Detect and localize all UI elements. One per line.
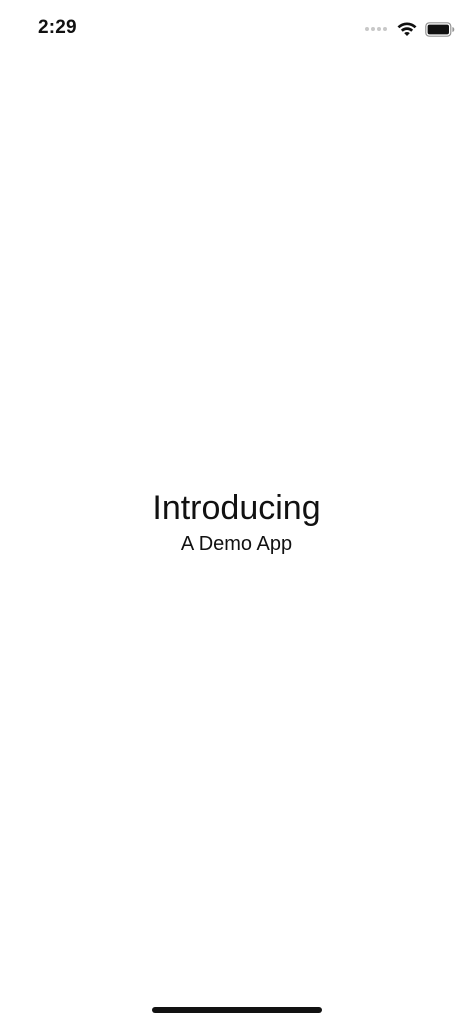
intro-title: Introducing: [152, 489, 321, 527]
status-time: 2:29: [38, 17, 77, 38]
battery-icon: [425, 21, 455, 37]
cellular-signal-icon: [365, 27, 387, 31]
home-indicator[interactable]: [152, 1007, 322, 1013]
intro-subtitle: A Demo App: [180, 533, 293, 555]
status-bar: 2:29: [0, 0, 473, 54]
app-screen: 2:29 Introducing A Demo App: [0, 0, 473, 1024]
status-icons: [365, 19, 455, 39]
wifi-icon: [396, 21, 418, 37]
intro-content: Introducing A Demo App: [0, 488, 473, 556]
